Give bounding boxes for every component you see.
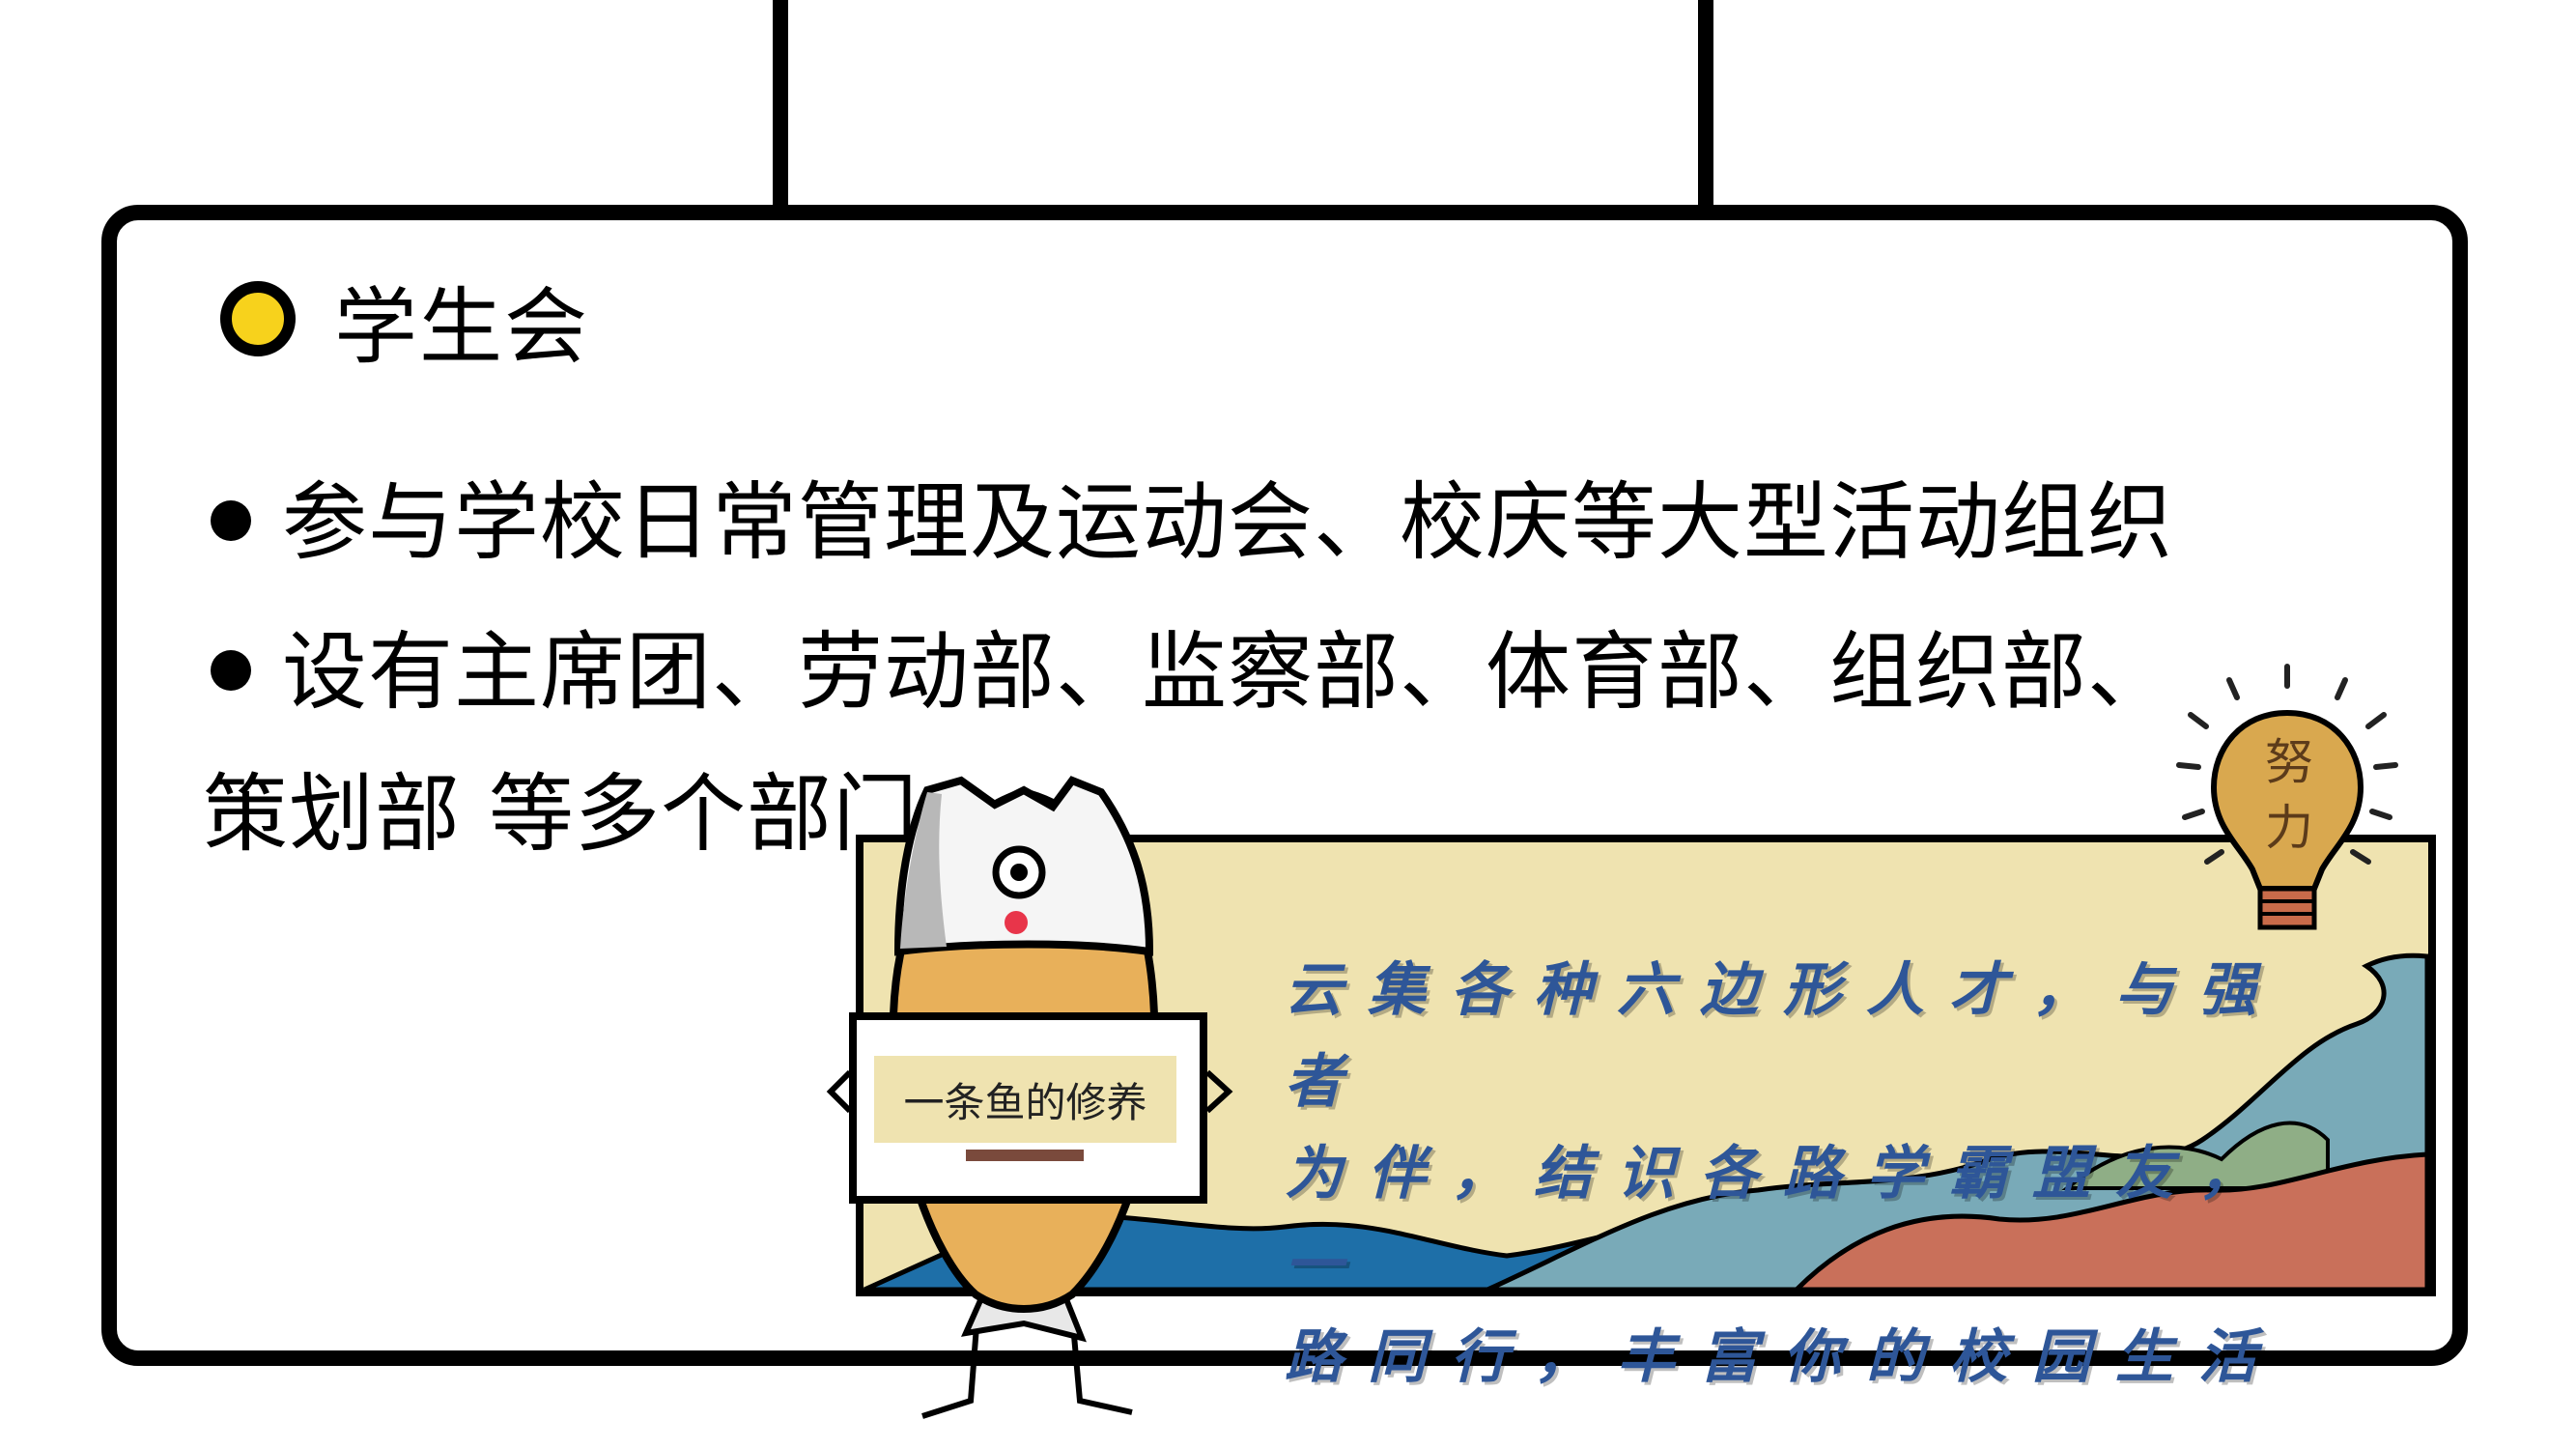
hanging-line-left (773, 0, 788, 217)
heading-dot-icon (220, 281, 296, 356)
sign-underline (966, 1150, 1084, 1161)
slide: 学生会 参与学校日常管理及运动会、校庆等大型活动组织 设有主席团、劳动部、监察部… (0, 0, 2576, 1449)
heading-title: 学生会 (334, 278, 589, 376)
bullet-text: 策划部 等多个部门 (203, 764, 919, 864)
slogan-line: 路同行，丰富你的校园生活 (1285, 1323, 2281, 1391)
sign-label: 一条鱼的修养 (874, 1056, 1176, 1143)
hanging-line-right (1698, 0, 1713, 217)
bullet-item: 设有主席团、劳动部、监察部、体育部、组织部、 (211, 604, 2173, 726)
slogan-line: 云集各种六边形人才，与强者 (1285, 956, 2281, 1116)
bullet-text: 参与学校日常管理及运动会、校庆等大型活动组织 (282, 472, 2174, 572)
slogan-line: 为伴，结识各路学霸盟友，一 (1285, 1140, 2281, 1299)
bullet-item: 参与学校日常管理及运动会、校庆等大型活动组织 (211, 454, 2173, 577)
bullet-continuation: 策划部 等多个部门 (203, 746, 919, 868)
bullet-dot-icon (211, 500, 251, 542)
bullet-dot-icon (211, 650, 251, 692)
bullet-text: 设有主席团、劳动部、监察部、体育部、组织部、 (282, 622, 2174, 722)
slogan: 云集各种六边形人才，与强者 为伴，结识各路学霸盟友，一 路同行，丰富你的校园生活 (1285, 945, 2328, 1404)
section-heading: 学生会 (220, 270, 589, 376)
bulb-label: 努力 (2265, 734, 2313, 856)
